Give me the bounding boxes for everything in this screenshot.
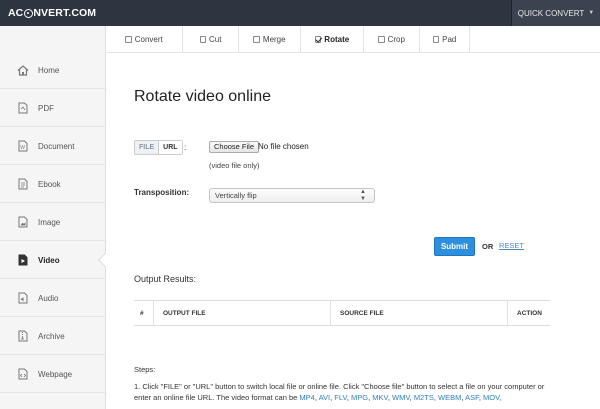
sidebar-item-label: Video bbox=[38, 255, 60, 265]
tool-tabs: Convert Cut Merge Rotate Crop Pad bbox=[106, 26, 600, 53]
format-link-webm[interactable]: WEBM bbox=[438, 393, 461, 402]
sidebar-item-pdf[interactable]: PDF bbox=[0, 90, 105, 127]
steps-label: Steps: bbox=[134, 365, 156, 374]
site-logo[interactable]: AC NVERT.COM bbox=[8, 7, 96, 19]
image-icon bbox=[17, 216, 29, 228]
format-link-mov[interactable]: MOV, bbox=[483, 393, 501, 402]
file-toggle-button[interactable]: FILE bbox=[135, 141, 158, 154]
tab-label: Merge bbox=[262, 35, 286, 44]
checkbox-icon bbox=[432, 36, 440, 43]
sidebar-item-label: Home bbox=[38, 65, 60, 75]
sidebar-item-ebook[interactable]: Ebook bbox=[0, 166, 105, 203]
sidebar-item-label: Audio bbox=[38, 293, 59, 303]
submit-button[interactable]: Submit bbox=[434, 237, 475, 256]
sidebar-item-archive[interactable]: Archive bbox=[0, 318, 105, 355]
checkbox-icon bbox=[199, 36, 207, 43]
step-1-text: 1. Click "FILE" or "URL" button to switc… bbox=[134, 382, 545, 402]
audio-icon bbox=[17, 292, 29, 304]
or-text: OR bbox=[482, 242, 494, 251]
col-output-file: OUTPUT FILE bbox=[163, 309, 206, 317]
select-arrows-icon: ▲ ▼ bbox=[360, 189, 366, 202]
archive-icon bbox=[17, 330, 29, 342]
video-icon bbox=[17, 254, 29, 266]
page-title: Rotate video online bbox=[134, 88, 271, 105]
quick-convert-menu[interactable]: QUICK CONVERT ▼ bbox=[511, 0, 600, 26]
logo-text-left: AC bbox=[8, 7, 24, 19]
output-table: # OUTPUT FILE SOURCE FILE ACTION bbox=[134, 300, 550, 326]
format-link-mpg[interactable]: MPG bbox=[351, 393, 368, 402]
top-bar: AC NVERT.COM QUICK CONVERT ▼ bbox=[0, 0, 600, 26]
sidebar-item-audio[interactable]: Audio bbox=[0, 280, 105, 317]
svg-text:W: W bbox=[20, 145, 25, 151]
tab-cut[interactable]: Cut bbox=[183, 26, 239, 53]
sidebar-item-label: Archive bbox=[38, 331, 65, 341]
sidebar-item-video[interactable]: Video bbox=[0, 242, 105, 279]
sidebar-item-label: Image bbox=[38, 217, 61, 227]
column-divider bbox=[153, 301, 154, 325]
format-link-m2ts[interactable]: M2TS bbox=[414, 393, 434, 402]
sidebar-item-image[interactable]: Image bbox=[0, 204, 105, 241]
format-link-mkv[interactable]: MKV bbox=[372, 393, 388, 402]
file-status: No file chosen bbox=[258, 142, 309, 151]
tab-rotate[interactable]: Rotate bbox=[301, 26, 364, 53]
transposition-value: Vertically flip bbox=[215, 191, 257, 200]
sidebar-item-document[interactable]: W Document bbox=[0, 128, 105, 165]
column-divider bbox=[507, 301, 508, 325]
format-link-flv[interactable]: FLV bbox=[334, 393, 347, 402]
sidebar-item-home[interactable]: Home bbox=[0, 52, 105, 89]
home-icon bbox=[17, 64, 29, 76]
sidebar: Home PDF W Document Ebook Image Video Au… bbox=[0, 26, 106, 409]
source-toggle: FILE URL bbox=[134, 140, 183, 155]
col-source-file: SOURCE FILE bbox=[340, 309, 384, 317]
tab-label: Rotate bbox=[324, 35, 350, 44]
format-link-avi[interactable]: AVI bbox=[319, 393, 331, 402]
logo-o-icon bbox=[23, 8, 33, 18]
tab-pad[interactable]: Pad bbox=[420, 26, 470, 53]
transposition-select[interactable]: Vertically flip ▲ ▼ bbox=[209, 188, 375, 203]
document-icon: W bbox=[17, 140, 29, 152]
checkbox-icon bbox=[253, 36, 260, 43]
tab-label: Cut bbox=[209, 35, 222, 44]
format-link-mp4[interactable]: MP4 bbox=[299, 393, 314, 402]
tab-merge[interactable]: Merge bbox=[239, 26, 301, 53]
source-colon: : bbox=[184, 143, 187, 152]
ebook-icon bbox=[17, 178, 29, 190]
quick-convert-label: QUICK CONVERT bbox=[517, 8, 585, 18]
file-hint: (video file only) bbox=[209, 161, 260, 170]
format-link-wmv[interactable]: WMV bbox=[392, 393, 410, 402]
checkbox-icon bbox=[378, 36, 385, 43]
output-results-label: Output Results: bbox=[134, 274, 197, 284]
reset-link[interactable]: RESET bbox=[499, 241, 524, 250]
format-link-asf[interactable]: ASF bbox=[465, 393, 479, 402]
column-divider bbox=[330, 301, 331, 325]
url-toggle-button[interactable]: URL bbox=[158, 141, 182, 154]
caret-down-icon: ▼ bbox=[588, 10, 595, 16]
sidebar-item-label: Ebook bbox=[38, 179, 61, 189]
tab-label: Pad bbox=[442, 35, 457, 44]
sidebar-item-webpage[interactable]: Webpage bbox=[0, 356, 105, 393]
tab-crop[interactable]: Crop bbox=[364, 26, 420, 53]
logo-text-right: NVERT.COM bbox=[33, 7, 97, 19]
sidebar-item-label: PDF bbox=[38, 103, 54, 113]
choose-file-button[interactable]: Choose File bbox=[209, 141, 260, 153]
sidebar-item-label: Document bbox=[38, 141, 75, 151]
tab-convert[interactable]: Convert bbox=[106, 26, 183, 53]
checkbox-checked-icon bbox=[314, 36, 322, 43]
tab-label: Crop bbox=[387, 35, 405, 44]
pdf-icon bbox=[17, 102, 29, 114]
tab-label: Convert bbox=[134, 35, 163, 44]
col-action: ACTION bbox=[517, 309, 542, 317]
webpage-icon bbox=[17, 368, 29, 380]
col-index: # bbox=[140, 309, 144, 317]
checkbox-icon bbox=[125, 36, 132, 43]
sidebar-item-label: Webpage bbox=[38, 369, 73, 379]
transposition-label: Transposition: bbox=[134, 188, 190, 197]
